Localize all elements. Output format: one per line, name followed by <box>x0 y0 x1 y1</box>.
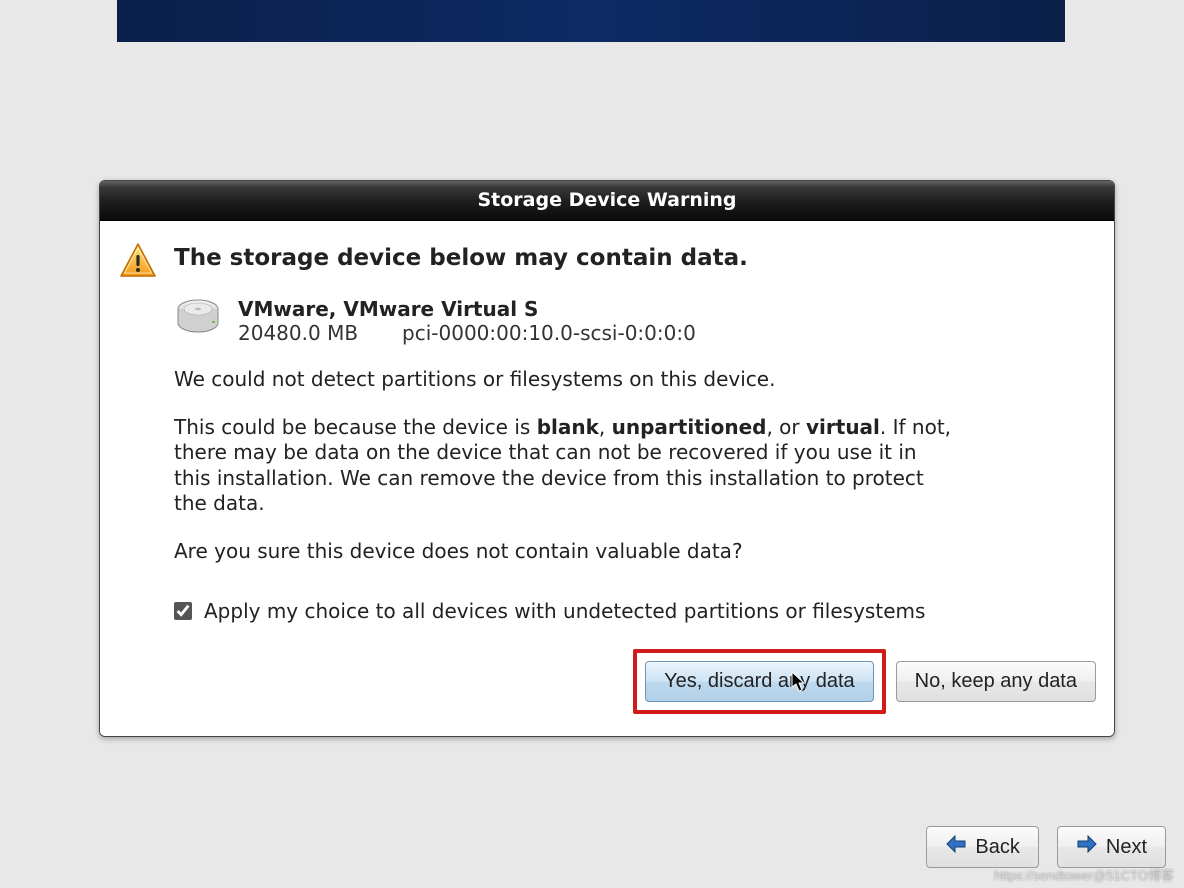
harddisk-icon <box>174 297 222 341</box>
dialog-body: The storage device below may contain dat… <box>100 221 1114 736</box>
warning-confirm-question: Are you sure this device does not contai… <box>174 539 1096 563</box>
warning-paragraph-1: We could not detect partitions or filesy… <box>174 367 954 393</box>
highlight-annotation: Yes, discard any data <box>633 649 886 714</box>
installer-header-banner <box>117 0 1065 42</box>
apply-to-all-checkbox[interactable] <box>174 602 192 620</box>
warning-icon <box>118 239 158 285</box>
arrow-left-icon <box>945 835 967 859</box>
device-details: 20480.0 MB pci-0000:00:10.0-scsi-0:0:0:0 <box>238 321 696 345</box>
device-path: pci-0000:00:10.0-scsi-0:0:0:0 <box>402 321 696 345</box>
back-label: Back <box>975 836 1019 859</box>
apply-to-all-label: Apply my choice to all devices with unde… <box>204 599 925 623</box>
warning-paragraph-2: This could be because the device is blan… <box>174 415 954 517</box>
apply-to-all-row[interactable]: Apply my choice to all devices with unde… <box>174 599 1096 623</box>
dialog-title: Storage Device Warning <box>100 181 1114 221</box>
dialog-button-row: Yes, discard any data No, keep any data <box>174 649 1096 714</box>
device-info: VMware, VMware Virtual S 20480.0 MB pci-0… <box>174 297 1096 345</box>
dialog-headline: The storage device below may contain dat… <box>174 239 748 271</box>
next-button[interactable]: Next <box>1057 826 1166 868</box>
storage-warning-dialog: Storage Device Warning The stor <box>99 180 1115 737</box>
arrow-right-icon <box>1076 835 1098 859</box>
watermark: https://sendtower@51CTO博客 <box>994 865 1174 884</box>
no-keep-button[interactable]: No, keep any data <box>896 661 1096 702</box>
device-size: 20480.0 MB <box>238 321 358 345</box>
wizard-footer: Back Next <box>926 826 1166 868</box>
back-button[interactable]: Back <box>926 826 1038 868</box>
yes-discard-button[interactable]: Yes, discard any data <box>645 661 874 702</box>
next-label: Next <box>1106 836 1147 859</box>
device-name: VMware, VMware Virtual S <box>238 297 696 321</box>
